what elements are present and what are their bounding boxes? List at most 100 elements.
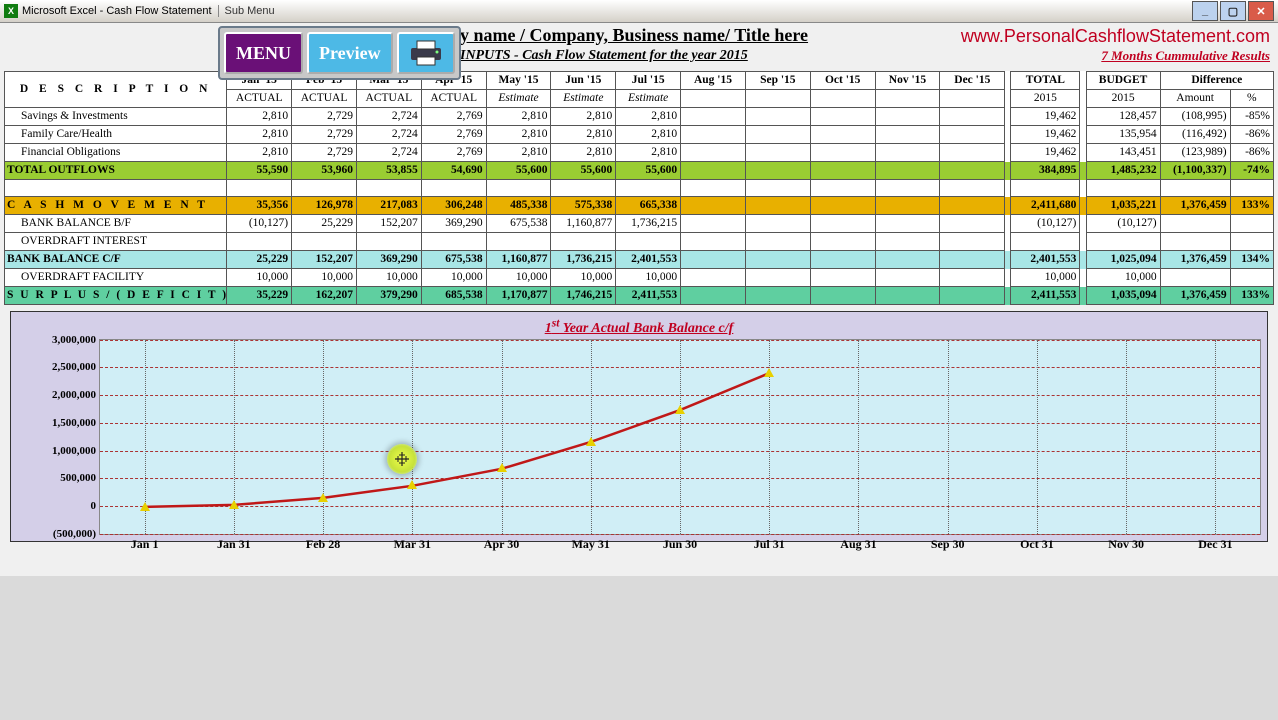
close-button[interactable]: ✕ xyxy=(1248,1,1274,21)
cell[interactable] xyxy=(745,287,810,305)
cell[interactable]: 126,978 xyxy=(292,197,357,215)
cell[interactable] xyxy=(875,126,940,144)
cell[interactable]: 2,810 xyxy=(486,108,551,126)
cell[interactable] xyxy=(940,251,1005,269)
cell-total[interactable]: 384,895 xyxy=(1011,162,1080,180)
cell[interactable]: 369,290 xyxy=(421,215,486,233)
cell[interactable]: 1,160,877 xyxy=(486,251,551,269)
table-row[interactable]: BANK BALANCE B/F(10,127)25,229152,207369… xyxy=(5,215,1274,233)
cell-total[interactable]: (10,127) xyxy=(1011,215,1080,233)
cell[interactable]: 1,170,877 xyxy=(486,287,551,305)
submenu-label[interactable]: Sub Menu xyxy=(218,5,275,17)
cell[interactable]: 2,724 xyxy=(356,108,421,126)
cell[interactable]: 2,810 xyxy=(616,108,681,126)
cell[interactable]: 685,538 xyxy=(421,287,486,305)
cell[interactable] xyxy=(875,215,940,233)
cell[interactable] xyxy=(875,233,940,251)
table-row[interactable]: S U R P L U S / ( D E F I C I T )35,2291… xyxy=(5,287,1274,305)
cashflow-table[interactable]: D E S C R I P T I O N Jan '15 Feb '15 Ma… xyxy=(4,71,1274,305)
cell[interactable]: 2,810 xyxy=(551,108,616,126)
cell[interactable] xyxy=(875,287,940,305)
cell[interactable]: 55,600 xyxy=(616,162,681,180)
cell[interactable]: 10,000 xyxy=(616,269,681,287)
data-marker[interactable] xyxy=(407,480,417,489)
cell[interactable] xyxy=(940,197,1005,215)
cell-total[interactable]: 19,462 xyxy=(1011,108,1080,126)
cell[interactable]: 675,538 xyxy=(421,251,486,269)
cell[interactable] xyxy=(875,180,940,197)
cell[interactable]: 53,855 xyxy=(356,162,421,180)
cell[interactable] xyxy=(551,233,616,251)
cell[interactable] xyxy=(810,287,875,305)
cell[interactable] xyxy=(940,233,1005,251)
cell-diff[interactable]: 1,376,459 xyxy=(1160,251,1230,269)
cell[interactable] xyxy=(681,108,746,126)
cell-pct[interactable]: -86% xyxy=(1230,144,1273,162)
cell[interactable] xyxy=(875,197,940,215)
cell-budget[interactable]: 1,035,221 xyxy=(1086,197,1160,215)
cell-total[interactable]: 19,462 xyxy=(1011,126,1080,144)
cell[interactable]: 2,810 xyxy=(227,144,292,162)
cell[interactable] xyxy=(227,180,292,197)
cell[interactable] xyxy=(940,162,1005,180)
cell[interactable]: 485,338 xyxy=(486,197,551,215)
cell-pct[interactable] xyxy=(1230,269,1273,287)
cell-total[interactable] xyxy=(1011,180,1080,197)
cell[interactable] xyxy=(940,287,1005,305)
cell[interactable]: 2,810 xyxy=(227,108,292,126)
table-row[interactable]: BANK BALANCE C/F25,229152,207369,290675,… xyxy=(5,251,1274,269)
cell[interactable]: 2,401,553 xyxy=(616,251,681,269)
table-row[interactable]: OVERDRAFT FACILITY10,00010,00010,00010,0… xyxy=(5,269,1274,287)
cell-diff[interactable] xyxy=(1160,233,1230,251)
cell[interactable]: 152,207 xyxy=(292,251,357,269)
cell[interactable] xyxy=(681,197,746,215)
cell[interactable] xyxy=(745,126,810,144)
cell[interactable] xyxy=(681,251,746,269)
cell-diff[interactable] xyxy=(1160,180,1230,197)
cell[interactable]: 25,229 xyxy=(292,215,357,233)
cell[interactable] xyxy=(810,144,875,162)
cell[interactable] xyxy=(681,144,746,162)
cell[interactable] xyxy=(875,269,940,287)
cell[interactable] xyxy=(745,197,810,215)
cell-budget[interactable] xyxy=(1086,233,1160,251)
cell[interactable]: 25,229 xyxy=(227,251,292,269)
cell[interactable]: 54,690 xyxy=(421,162,486,180)
cell-total[interactable] xyxy=(1011,233,1080,251)
cell[interactable]: 2,810 xyxy=(486,126,551,144)
cell[interactable] xyxy=(486,233,551,251)
cell-diff[interactable]: (1,100,337) xyxy=(1160,162,1230,180)
cell[interactable] xyxy=(940,180,1005,197)
cell-pct[interactable]: -85% xyxy=(1230,108,1273,126)
cell-budget[interactable]: 1,485,232 xyxy=(1086,162,1160,180)
data-marker[interactable] xyxy=(318,493,328,502)
cell[interactable]: 2,810 xyxy=(616,126,681,144)
cell[interactable] xyxy=(745,215,810,233)
cell[interactable] xyxy=(745,162,810,180)
cell[interactable] xyxy=(681,287,746,305)
cell[interactable]: 2,724 xyxy=(356,144,421,162)
cell[interactable] xyxy=(875,251,940,269)
table-row[interactable]: C A S H M O V E M E N T35,356126,978217,… xyxy=(5,197,1274,215)
cell[interactable]: 2,724 xyxy=(356,126,421,144)
cell[interactable] xyxy=(810,233,875,251)
cell[interactable] xyxy=(745,144,810,162)
cell-budget[interactable] xyxy=(1086,180,1160,197)
cell[interactable]: 2,810 xyxy=(486,144,551,162)
cell[interactable] xyxy=(940,215,1005,233)
cell[interactable] xyxy=(745,233,810,251)
cell[interactable]: 2,769 xyxy=(421,108,486,126)
cell[interactable] xyxy=(292,233,357,251)
cell[interactable] xyxy=(681,215,746,233)
cell[interactable]: 1,746,215 xyxy=(551,287,616,305)
chart-container[interactable]: 1st Year Actual Bank Balance c/f (500,00… xyxy=(10,311,1268,542)
cell[interactable] xyxy=(810,126,875,144)
cell[interactable]: 379,290 xyxy=(356,287,421,305)
cell-diff[interactable]: (116,492) xyxy=(1160,126,1230,144)
cell[interactable] xyxy=(421,233,486,251)
cell-budget[interactable]: 1,035,094 xyxy=(1086,287,1160,305)
cell[interactable]: 665,338 xyxy=(616,197,681,215)
cell[interactable]: 55,590 xyxy=(227,162,292,180)
maximize-button[interactable]: ▢ xyxy=(1220,1,1246,21)
cell[interactable]: 53,960 xyxy=(292,162,357,180)
